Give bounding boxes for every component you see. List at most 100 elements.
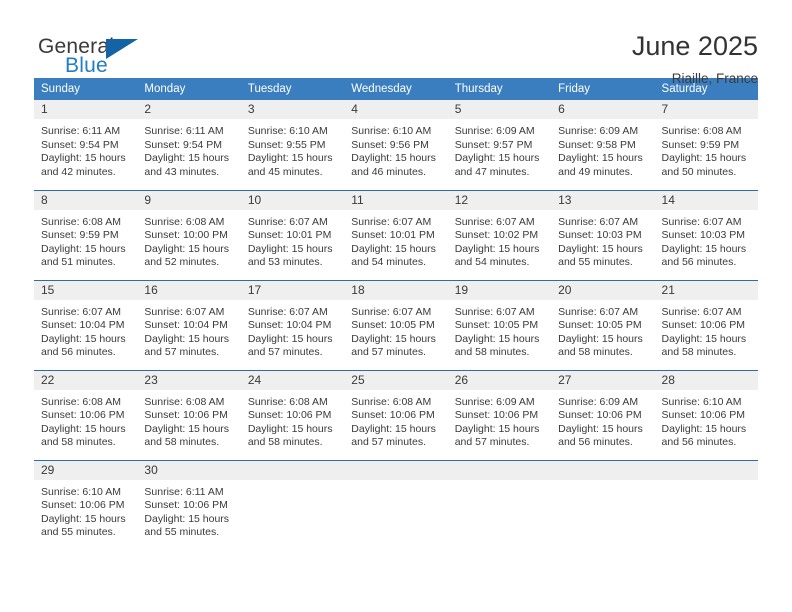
sunrise-text: Sunrise: 6:07 AM (41, 305, 121, 318)
daylight-text-line1: Daylight: 15 hours (247, 422, 333, 435)
day-cell[interactable]: 12 Sunrise: 6:07 AM Sunset: 10:02 PM Day… (447, 189, 552, 280)
day-cell[interactable]: 22 Sunrise: 6:08 AM Sunset: 10:06 PM Day… (34, 369, 138, 460)
day-details: Sunrise: 6:09 AM Sunset: 10:06 PM Daylig… (551, 390, 654, 450)
day-cell[interactable]: 13 Sunrise: 6:07 AM Sunset: 10:03 PM Day… (551, 189, 655, 280)
sunset-text: Sunset: 9:59 PM (41, 229, 119, 242)
day-details: Sunrise: 6:08 AM Sunset: 10:06 PM Daylig… (241, 390, 344, 450)
day-cell[interactable]: 8 Sunrise: 6:08 AM Sunset: 9:59 PM Dayli… (34, 189, 138, 280)
sunset-text: Sunset: 10:02 PM (454, 229, 539, 242)
day-cell[interactable]: 18 Sunrise: 6:07 AM Sunset: 10:05 PM Day… (344, 279, 448, 370)
daylight-text-line2: and 58 minutes. (247, 436, 323, 449)
day-cell[interactable]: 25 Sunrise: 6:08 AM Sunset: 10:06 PM Day… (344, 369, 448, 460)
daylight-text-line2: and 51 minutes. (41, 256, 116, 269)
daylight-text-line1: Daylight: 15 hours (661, 422, 747, 435)
sunset-text: Sunset: 10:03 PM (558, 229, 642, 242)
day-details: Sunrise: 6:09 AM Sunset: 9:58 PM Dayligh… (551, 119, 654, 179)
daylight-text-line1: Daylight: 15 hours (661, 242, 747, 255)
calendar-table: Sunday Monday Tuesday Wednesday Thursday… (34, 78, 758, 550)
sunset-text: Sunset: 10:06 PM (144, 499, 228, 512)
daylight-text-line1: Daylight: 15 hours (558, 332, 643, 345)
daylight-text-line1: Daylight: 15 hours (454, 332, 540, 345)
day-cell[interactable]: 4 Sunrise: 6:10 AM Sunset: 9:56 PM Dayli… (344, 100, 448, 190)
day-cell[interactable]: 20 Sunrise: 6:07 AM Sunset: 10:05 PM Day… (551, 279, 655, 370)
sunset-text: Sunset: 10:05 PM (351, 319, 435, 332)
calendar-body: 1 Sunrise: 6:11 AM Sunset: 9:54 PM Dayli… (34, 100, 758, 550)
daylight-text-line1: Daylight: 15 hours (247, 242, 333, 255)
sunrise-text: Sunrise: 6:07 AM (558, 215, 639, 228)
day-cell[interactable]: 1 Sunrise: 6:11 AM Sunset: 9:54 PM Dayli… (34, 100, 138, 190)
day-cell[interactable]: 10 Sunrise: 6:07 AM Sunset: 10:01 PM Day… (240, 189, 345, 280)
day-details (241, 480, 344, 486)
daylight-text-line1: Daylight: 15 hours (351, 332, 436, 345)
sunrise-text: Sunrise: 6:11 AM (41, 125, 121, 137)
day-cell[interactable]: 3 Sunrise: 6:10 AM Sunset: 9:55 PM Dayli… (240, 100, 345, 190)
day-number: 30 (137, 460, 241, 480)
day-number: 1 (34, 100, 138, 119)
day-cell[interactable]: 14 Sunrise: 6:07 AM Sunset: 10:03 PM Day… (654, 189, 758, 280)
day-cell[interactable]: 16 Sunrise: 6:07 AM Sunset: 10:04 PM Day… (137, 279, 241, 370)
day-cell[interactable]: 5 Sunrise: 6:09 AM Sunset: 9:57 PM Dayli… (447, 100, 552, 190)
day-cell[interactable]: 28 Sunrise: 6:10 AM Sunset: 10:06 PM Day… (654, 369, 758, 460)
title-block: June 2025 Riaille, France (631, 30, 758, 85)
weekday-header-thursday: Thursday (447, 78, 552, 100)
day-details: Sunrise: 6:07 AM Sunset: 10:02 PM Daylig… (448, 210, 551, 270)
daylight-text-line1: Daylight: 15 hours (351, 422, 436, 435)
day-number: 27 (551, 370, 655, 390)
day-number: 25 (344, 370, 448, 390)
sunset-text: Sunset: 10:03 PM (661, 229, 745, 242)
day-details: Sunrise: 6:07 AM Sunset: 10:04 PM Daylig… (137, 300, 240, 360)
sunset-text: Sunset: 9:56 PM (351, 138, 429, 151)
daylight-text-line2: and 54 minutes. (454, 256, 530, 269)
day-cell[interactable]: 29 Sunrise: 6:10 AM Sunset: 10:06 PM Day… (34, 459, 138, 550)
day-details: Sunrise: 6:07 AM Sunset: 10:06 PM Daylig… (655, 300, 758, 360)
daylight-text-line2: and 45 minutes. (247, 165, 323, 178)
daylight-text-line2: and 58 minutes. (41, 436, 116, 449)
day-cell[interactable]: 24 Sunrise: 6:08 AM Sunset: 10:06 PM Day… (240, 369, 345, 460)
daylight-text-line1: Daylight: 15 hours (558, 422, 643, 435)
daylight-text-line1: Daylight: 15 hours (144, 242, 230, 255)
day-number: 11 (344, 190, 448, 210)
daylight-text-line1: Daylight: 15 hours (661, 152, 747, 165)
day-number: 26 (447, 370, 552, 390)
day-cell[interactable]: 6 Sunrise: 6:09 AM Sunset: 9:58 PM Dayli… (551, 100, 655, 190)
day-details: Sunrise: 6:07 AM Sunset: 10:01 PM Daylig… (344, 210, 447, 270)
sunset-text: Sunset: 10:05 PM (454, 319, 539, 332)
day-cell[interactable]: 30 Sunrise: 6:11 AM Sunset: 10:06 PM Day… (137, 459, 241, 550)
day-cell[interactable]: 27 Sunrise: 6:09 AM Sunset: 10:06 PM Day… (551, 369, 655, 460)
sunrise-text: Sunrise: 6:07 AM (144, 305, 225, 318)
sunrise-text: Sunrise: 6:07 AM (454, 305, 535, 318)
day-details: Sunrise: 6:07 AM Sunset: 10:03 PM Daylig… (551, 210, 654, 270)
sunset-text: Sunset: 9:57 PM (454, 138, 533, 151)
day-cell[interactable]: 21 Sunrise: 6:07 AM Sunset: 10:06 PM Day… (654, 279, 758, 370)
general-blue-logo[interactable]: General Blue (34, 30, 154, 86)
day-cell[interactable]: 17 Sunrise: 6:07 AM Sunset: 10:04 PM Day… (240, 279, 345, 370)
day-details: Sunrise: 6:10 AM Sunset: 9:56 PM Dayligh… (344, 119, 447, 179)
sunrise-text: Sunrise: 6:07 AM (247, 215, 328, 228)
daylight-text-line1: Daylight: 15 hours (247, 332, 333, 345)
day-cell[interactable]: 11 Sunrise: 6:07 AM Sunset: 10:01 PM Day… (344, 189, 448, 280)
day-cell[interactable]: 26 Sunrise: 6:09 AM Sunset: 10:06 PM Day… (447, 369, 552, 460)
sunset-text: Sunset: 9:54 PM (41, 138, 119, 151)
day-cell[interactable]: 9 Sunrise: 6:08 AM Sunset: 10:00 PM Dayl… (137, 189, 241, 280)
day-details: Sunrise: 6:11 AM Sunset: 9:54 PM Dayligh… (34, 119, 137, 179)
weekday-header-tuesday: Tuesday (240, 78, 345, 100)
sunset-text: Sunset: 9:54 PM (144, 138, 223, 151)
page-title: June 2025 (631, 31, 758, 61)
day-cell[interactable]: 19 Sunrise: 6:07 AM Sunset: 10:05 PM Day… (447, 279, 552, 370)
day-number (344, 460, 448, 480)
day-cell[interactable]: 7 Sunrise: 6:08 AM Sunset: 9:59 PM Dayli… (654, 100, 758, 190)
day-cell[interactable]: 15 Sunrise: 6:07 AM Sunset: 10:04 PM Day… (34, 279, 138, 370)
day-details: Sunrise: 6:10 AM Sunset: 10:06 PM Daylig… (655, 390, 758, 450)
daylight-text-line1: Daylight: 15 hours (144, 512, 230, 525)
day-cell[interactable]: 23 Sunrise: 6:08 AM Sunset: 10:06 PM Day… (137, 369, 241, 460)
sunset-text: Sunset: 9:55 PM (247, 138, 326, 151)
sunset-text: Sunset: 10:04 PM (144, 319, 228, 332)
day-details (551, 480, 654, 486)
daylight-text-line2: and 56 minutes. (558, 436, 633, 449)
sunrise-text: Sunrise: 6:11 AM (144, 125, 224, 137)
daylight-text-line2: and 42 minutes. (41, 165, 116, 178)
day-number: 14 (654, 190, 758, 210)
daylight-text-line2: and 57 minutes. (351, 346, 426, 359)
day-cell[interactable]: 2 Sunrise: 6:11 AM Sunset: 9:54 PM Dayli… (137, 100, 241, 190)
day-number: 8 (34, 190, 138, 210)
